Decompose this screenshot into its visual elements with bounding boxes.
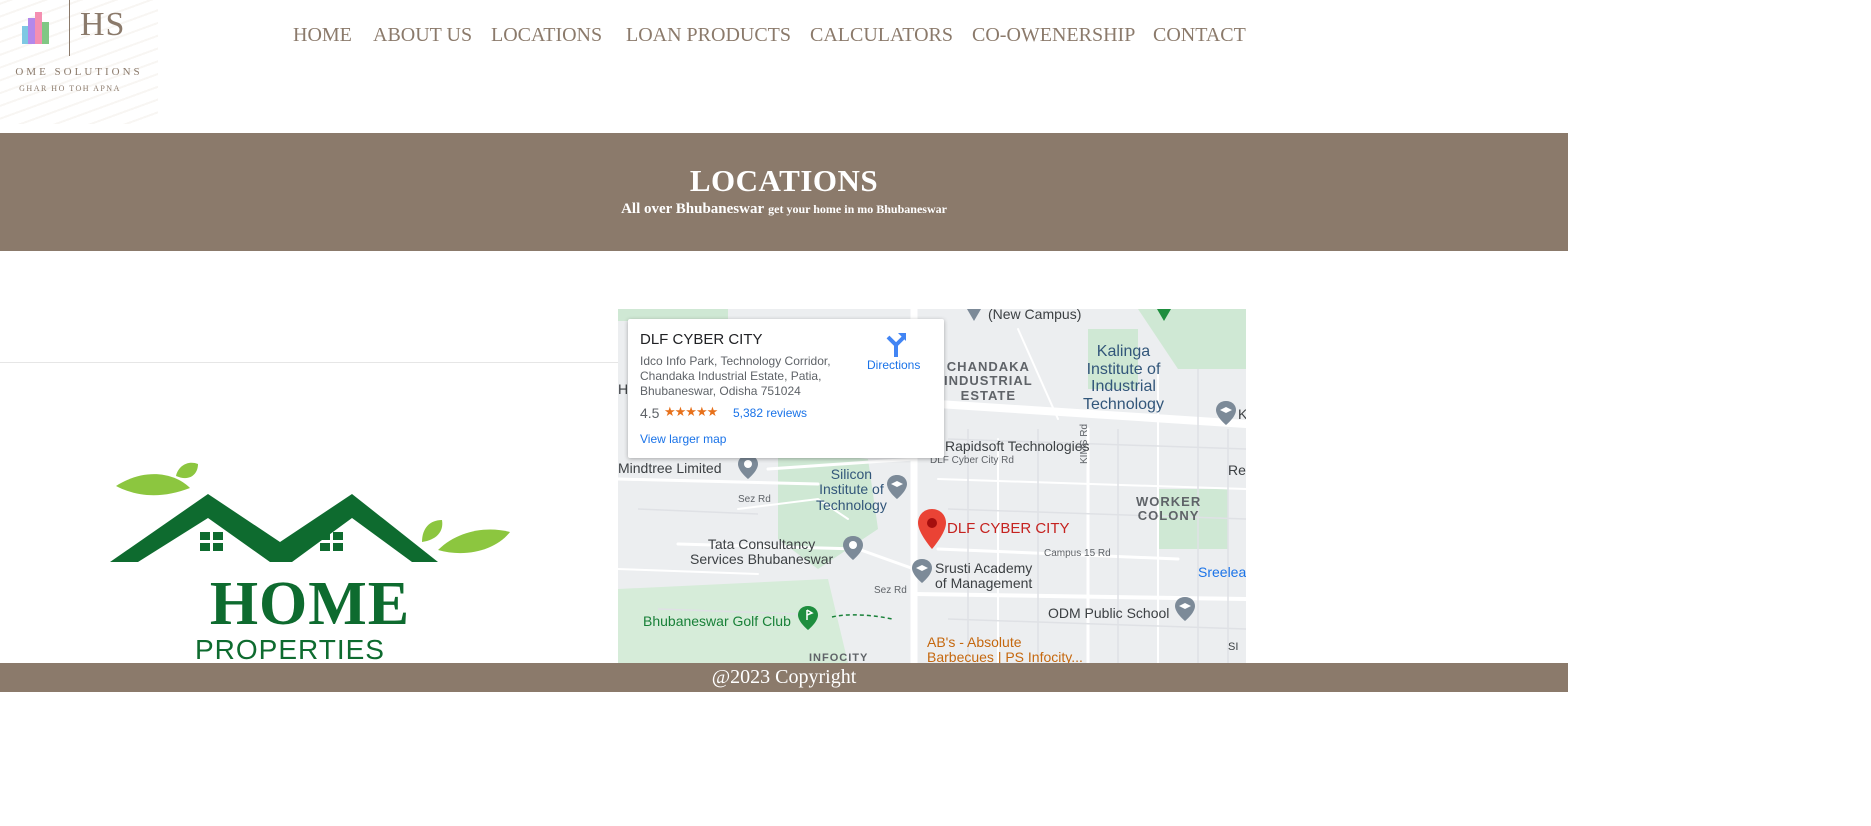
- map-label-rapidsoft: Rapidsoft Technologies: [945, 438, 1090, 454]
- nav-loan-products[interactable]: LOAN PRODUCTS: [626, 24, 791, 47]
- star-rating-icon: ★★★★★: [664, 404, 718, 419]
- brand-logo-title: HOME: [209, 570, 411, 638]
- map-label-sez-rd-2: Sez Rd: [874, 585, 907, 596]
- map-label-chandaka: CHANDAKA INDUSTRIAL ESTATE: [944, 359, 1033, 403]
- nav-calculators[interactable]: CALCULATORS: [810, 24, 953, 47]
- main-nav: HOME ABOUT US LOCATIONS LOAN PRODUCTS CA…: [0, 24, 1568, 54]
- map-label-campus15: Campus 15 Rd: [1044, 548, 1111, 559]
- directions-icon[interactable]: [884, 331, 908, 357]
- map-label-dlf-pin: DLF CYBER CITY: [947, 520, 1070, 537]
- srusti-school-pin-icon[interactable]: [912, 559, 932, 583]
- green-marker-icon: [1157, 309, 1171, 321]
- map-label-infocity: INFOCITY: [809, 652, 869, 663]
- tcs-pin-icon[interactable]: [843, 536, 863, 560]
- reviews-link[interactable]: 5,382 reviews: [733, 406, 807, 420]
- logo-tagline: GHAR HO TOH APNA: [19, 84, 121, 93]
- kiit-school-pin-icon[interactable]: [1216, 401, 1236, 425]
- place-rating: 4.5: [640, 405, 660, 421]
- copyright-text: @2023 Copyright: [711, 666, 857, 688]
- map-label-mindtree: Mindtree Limited: [618, 460, 722, 476]
- location-pin-icon[interactable]: [918, 509, 946, 549]
- directions-link[interactable]: Directions: [867, 358, 920, 372]
- nav-about-us[interactable]: ABOUT US: [373, 24, 472, 47]
- place-address: Idco Info Park, Technology Corridor, Cha…: [640, 354, 831, 398]
- map-label-golf-club: Bhubaneswar Golf Club: [643, 613, 791, 629]
- map-label-worker-colony: WORKER COLONY: [1136, 494, 1202, 524]
- brand-logo-subtitle: PROPERTIES: [195, 634, 385, 665]
- golf-club-pin-icon[interactable]: [798, 606, 818, 630]
- site-logo[interactable]: HS OME SOLUTIONS GHAR HO TOH APNA: [0, 0, 158, 124]
- mindtree-pin-icon[interactable]: [738, 455, 758, 479]
- new-campus-marker-icon: [967, 309, 981, 321]
- map-label-silicon: Silicon Institute of Technology: [816, 466, 887, 513]
- banner-subtitle-main: All over Bhubaneswar: [621, 201, 765, 217]
- footer: @2023 Copyright: [0, 663, 1568, 692]
- silicon-school-pin-icon[interactable]: [887, 475, 907, 499]
- location-map[interactable]: (New Campus) CHANDAKA INDUSTRIAL ESTATE …: [618, 309, 1246, 663]
- logo-name: OME SOLUTIONS: [15, 66, 143, 78]
- nav-locations[interactable]: LOCATIONS: [491, 24, 602, 47]
- place-title: DLF CYBER CITY: [640, 331, 763, 348]
- map-label-kims-rd: KIMS Rd: [1079, 423, 1090, 464]
- map-label-re: Re: [1228, 462, 1246, 478]
- divider: [0, 362, 618, 363]
- nav-contact[interactable]: CONTACT: [1153, 24, 1246, 47]
- map-label-abs: AB's - Absolute Barbecues | PS Infocity.…: [927, 634, 1083, 663]
- page-banner: LOCATIONS All over Bhubaneswar get your …: [0, 133, 1568, 251]
- map-label-k: K: [1238, 406, 1246, 422]
- map-label-kiit: Kalinga Institute of Industrial Technolo…: [1083, 343, 1164, 413]
- banner-subtitle-secondary: get your home in mo Bhubaneswar: [768, 202, 947, 216]
- nav-co-ownership[interactable]: CO-OWENERSHIP: [972, 24, 1135, 47]
- page-title: LOCATIONS: [689, 163, 879, 198]
- map-label-tcs: Tata Consultancy Services Bhubaneswar: [690, 536, 834, 568]
- nav-home[interactable]: HOME: [293, 24, 352, 47]
- odm-school-pin-icon[interactable]: [1175, 597, 1195, 621]
- map-label-srusti: Srusti Academy of Management: [935, 560, 1033, 592]
- map-label-si: SI: [1228, 641, 1239, 653]
- map-label-new-campus: (New Campus): [988, 309, 1082, 322]
- map-label-odm-school: ODM Public School: [1048, 605, 1170, 621]
- map-label-sreelea: Sreelea: [1198, 564, 1246, 580]
- banner-subtitle: All over Bhubaneswar get your home in mo…: [0, 200, 1568, 218]
- home-properties-roof-icon: [110, 462, 510, 562]
- map-label-sez-rd: Sez Rd: [738, 494, 771, 505]
- map-info-card: DLF CYBER CITY Idco Info Park, Technolog…: [628, 319, 944, 458]
- view-larger-map-link[interactable]: View larger map: [640, 432, 726, 446]
